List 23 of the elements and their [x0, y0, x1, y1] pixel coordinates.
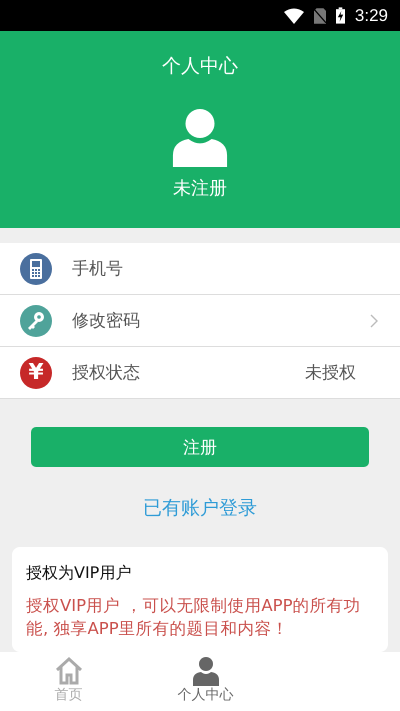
menu-label: 授权状态 — [72, 362, 141, 384]
menu-item[interactable]: 手机号 — [0, 243, 400, 295]
menu-label: 修改密码 — [72, 310, 141, 332]
menu-value: 未授权 — [305, 362, 356, 384]
home-icon — [54, 656, 84, 686]
no-sim-icon — [314, 8, 326, 24]
yuan-icon: ¥ — [20, 356, 52, 388]
battery-charging-icon — [336, 7, 345, 24]
card-description: 授权VIP用户 ，可以无限制使用APP的所有功能, 独享APP里所有的题目和内容！ — [26, 595, 362, 640]
page-title: 个人中心 — [162, 54, 238, 79]
user-status: 未注册 — [173, 177, 227, 200]
phone-icon — [20, 252, 52, 284]
user-avatar-icon — [171, 108, 229, 168]
chevron-right-icon — [370, 314, 378, 328]
menu-item[interactable]: ¥ 授权状态 未授权 — [0, 347, 400, 399]
wifi-icon — [284, 8, 304, 24]
menu-label: 手机号 — [72, 258, 124, 280]
card-title: 授权为VIP用户 — [26, 563, 132, 584]
person-icon — [190, 656, 220, 686]
menu-item[interactable]: 修改密码 — [0, 295, 400, 347]
status-time: 3:29 — [354, 6, 388, 26]
nav-tab[interactable]: 个人中心 — [137, 652, 274, 711]
key-icon — [20, 304, 52, 336]
